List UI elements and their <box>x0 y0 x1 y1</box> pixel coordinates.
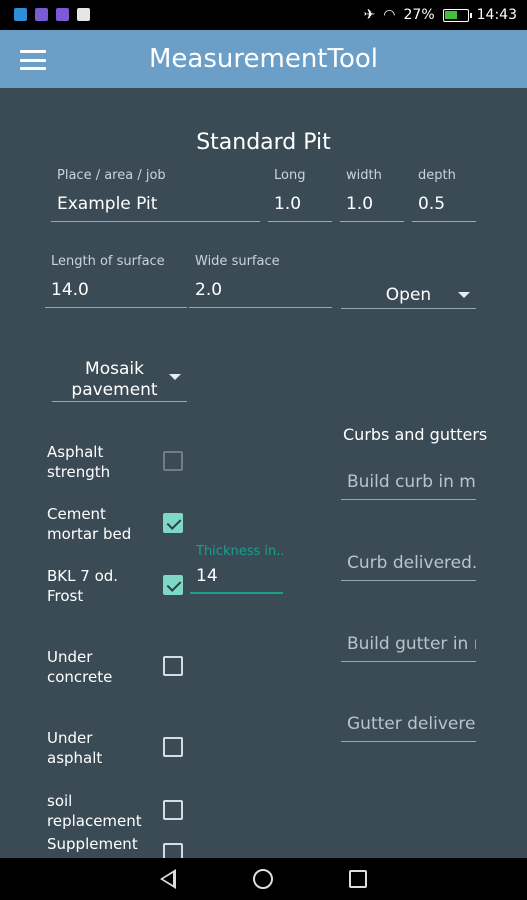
thickness-field[interactable]: Thickness in... 14 <box>190 544 283 594</box>
under-concrete-checkbox[interactable] <box>163 656 183 676</box>
soil-replacement-checkbox[interactable] <box>163 800 183 820</box>
supplement-label: Supplement <box>47 835 138 853</box>
back-icon[interactable] <box>160 869 176 889</box>
status-bar: ✈ ◠ 27% 14:43 <box>0 0 527 30</box>
curbs-gutters-title: Curbs and gutters <box>343 425 488 444</box>
bkl-frost-checkbox[interactable] <box>163 575 183 595</box>
home-icon[interactable] <box>253 869 273 889</box>
pavement-spinner[interactable]: Mosaik pavement <box>52 358 187 402</box>
wide-surface-input[interactable]: 2.0 <box>189 280 332 308</box>
length-surface-label: Length of surface <box>51 254 165 269</box>
depth-label: depth <box>418 168 456 183</box>
long-label: Long <box>274 168 306 183</box>
chevron-down-icon <box>458 291 470 298</box>
wide-surface-field[interactable]: Wide surface 2.0 <box>189 254 332 308</box>
place-field[interactable]: Place / area / job Example Pit <box>51 168 260 222</box>
asphalt-strength-checkbox[interactable] <box>163 451 183 471</box>
long-input[interactable]: 1.0 <box>268 194 332 222</box>
build-curb-field[interactable]: Build curb in m <box>341 464 476 500</box>
under-asphalt-label: Under asphalt <box>47 729 103 767</box>
place-label: Place / area / job <box>57 168 166 183</box>
section-title: Standard Pit <box>196 130 331 155</box>
place-input[interactable]: Example Pit <box>51 194 260 222</box>
app-notification-icon <box>35 8 48 21</box>
build-gutter-input[interactable]: Build gutter in m <box>341 634 476 662</box>
length-surface-field[interactable]: Length of surface 14.0 <box>45 254 187 308</box>
cement-mortar-bed-checkbox[interactable] <box>163 513 183 533</box>
soil-replacement-label: soil replacement <box>47 792 142 830</box>
status-indicators: ✈ ◠ 27% 14:43 <box>364 0 517 30</box>
bkl-frost-label: BKL 7 od. Frost <box>47 567 119 605</box>
supplement-checkbox[interactable] <box>163 843 183 858</box>
width-label: width <box>346 168 382 183</box>
pavement-spinner-value: Mosaik pavement <box>71 358 158 400</box>
thickness-label: Thickness in... <box>196 544 283 559</box>
long-field[interactable]: Long 1.0 <box>268 168 332 222</box>
chevron-down-icon <box>169 374 181 380</box>
battery-percent: 27% <box>403 7 435 23</box>
asphalt-strength-label: Asphalt strength <box>47 443 111 481</box>
app-bar: MeasurementTool <box>0 30 527 88</box>
system-nav-bar <box>0 858 527 900</box>
gutter-delivered-input[interactable]: Gutter delivere... <box>341 714 476 742</box>
build-curb-input[interactable]: Build curb in m <box>341 472 476 500</box>
width-field[interactable]: width 1.0 <box>340 168 404 222</box>
form-content: Standard Pit Place / area / job Example … <box>0 88 527 858</box>
under-asphalt-checkbox[interactable] <box>163 737 183 757</box>
app-notification-icon <box>14 8 27 21</box>
wide-surface-label: Wide surface <box>195 254 280 269</box>
thickness-input[interactable]: 14 <box>190 566 283 594</box>
curb-delivered-input[interactable]: Curb delivered... <box>341 553 476 581</box>
app-title: MeasurementTool <box>149 44 378 74</box>
wifi-icon: ◠ <box>383 7 396 23</box>
open-spinner-value: Open <box>385 284 432 305</box>
length-surface-input[interactable]: 14.0 <box>45 280 187 308</box>
under-concrete-label: Under concrete <box>47 648 113 686</box>
open-spinner[interactable]: Open <box>341 281 476 309</box>
app-notification-icon <box>56 8 69 21</box>
mute-icon: ✈ <box>363 7 376 23</box>
depth-field[interactable]: depth 0.5 <box>412 168 476 222</box>
clock: 14:43 <box>476 7 517 23</box>
depth-input[interactable]: 0.5 <box>412 194 476 222</box>
width-input[interactable]: 1.0 <box>340 194 404 222</box>
build-gutter-field[interactable]: Build gutter in m <box>341 626 476 662</box>
curb-delivered-field[interactable]: Curb delivered... <box>341 545 476 581</box>
cement-mortar-bed-label: Cement mortar bed <box>47 505 132 543</box>
gutter-delivered-field[interactable]: Gutter delivere... <box>341 706 476 742</box>
battery-icon <box>442 8 472 22</box>
mail-icon <box>77 8 90 21</box>
recent-apps-icon[interactable] <box>349 870 367 888</box>
